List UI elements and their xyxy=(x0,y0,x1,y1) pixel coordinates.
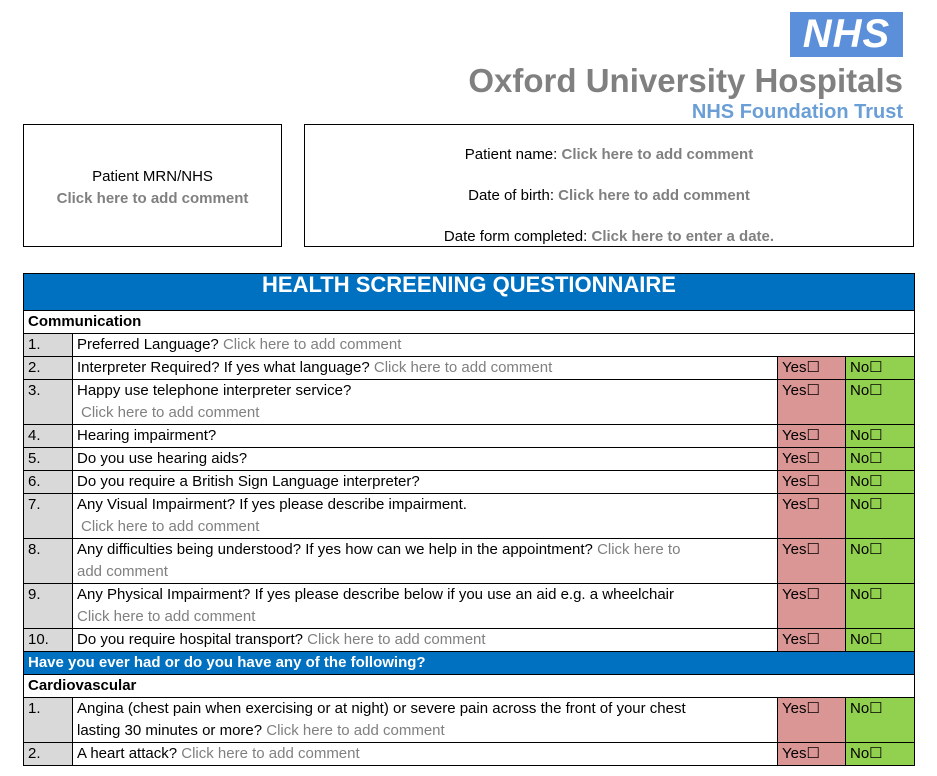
table-row: 2. Interpreter Required? If yes what lan… xyxy=(23,356,916,380)
table-row: 3. Happy use telephone interpreter servi… xyxy=(23,379,916,425)
dob-label: Date of birth: xyxy=(468,187,554,204)
mrn-field[interactable]: Click here to add comment xyxy=(24,190,281,207)
question-text-continued: lasting 30 minutes or more? xyxy=(77,722,263,739)
patient-name-label: Patient name: xyxy=(464,146,558,163)
section-communication: Communication xyxy=(22,310,916,334)
no-checkbox[interactable]: No☐ xyxy=(844,356,916,380)
comment-field[interactable]: Click here to add comment xyxy=(374,359,552,376)
yes-checkbox[interactable]: Yes☐ xyxy=(777,583,846,629)
question-number: 3. xyxy=(23,379,73,425)
question-text: Do you require a British Sign Language i… xyxy=(72,470,778,494)
table-row: 8. Any difficulties being understood? If… xyxy=(23,538,916,584)
yes-checkbox[interactable]: Yes☐ xyxy=(777,447,846,471)
no-checkbox[interactable]: No☐ xyxy=(844,538,916,584)
yes-checkbox[interactable]: Yes☐ xyxy=(777,356,846,380)
table-row: 1. Angina (chest pain when exercising or… xyxy=(23,697,916,743)
question-number: 6. xyxy=(23,470,73,494)
no-checkbox[interactable]: No☐ xyxy=(844,628,916,652)
table-row: 6. Do you require a British Sign Languag… xyxy=(23,470,916,494)
question-number: 4. xyxy=(23,424,73,448)
yes-checkbox[interactable]: Yes☐ xyxy=(777,379,846,425)
yes-checkbox[interactable]: Yes☐ xyxy=(777,742,846,766)
question-text: Any Visual Impairment? If yes please des… xyxy=(77,496,467,513)
table-row: 2. A heart attack? Click here to add com… xyxy=(23,742,916,766)
yes-checkbox[interactable]: Yes☐ xyxy=(777,493,846,539)
question-text: Any difficulties being understood? If ye… xyxy=(77,541,593,558)
table-row: 1. Preferred Language? Click here to add… xyxy=(23,333,916,357)
table-row: 9. Any Physical Impairment? If yes pleas… xyxy=(23,583,916,629)
questionnaire-title: HEALTH SCREENING QUESTIONNAIRE xyxy=(22,273,916,311)
question-text: Happy use telephone interpreter service? xyxy=(77,382,352,399)
no-checkbox[interactable]: No☐ xyxy=(844,470,916,494)
questionnaire-table: HEALTH SCREENING QUESTIONNAIRE Communica… xyxy=(22,273,916,766)
patient-mrn-box: Patient MRN/NHS Click here to add commen… xyxy=(23,124,282,247)
mrn-label: Patient MRN/NHS xyxy=(92,168,213,185)
table-row: 10. Do you require hospital transport? C… xyxy=(23,628,916,652)
yes-checkbox[interactable]: Yes☐ xyxy=(777,424,846,448)
no-checkbox[interactable]: No☐ xyxy=(844,424,916,448)
no-checkbox[interactable]: No☐ xyxy=(844,493,916,539)
table-row: 5. Do you use hearing aids? Yes☐ No☐ xyxy=(23,447,916,471)
table-row: 7. Any Visual Impairment? If yes please … xyxy=(23,493,916,539)
question-number: 9. xyxy=(23,583,73,629)
question-number: 2. xyxy=(23,356,73,380)
question-text: Do you require hospital transport? xyxy=(77,631,303,648)
yes-checkbox[interactable]: Yes☐ xyxy=(777,538,846,584)
org-name: Oxford University Hospitals xyxy=(468,62,903,99)
question-text: Any Physical Impairment? If yes please d… xyxy=(77,586,674,603)
no-checkbox[interactable]: No☐ xyxy=(844,742,916,766)
comment-field[interactable]: Click here to add comment xyxy=(307,631,485,648)
comment-field-continued[interactable]: add comment xyxy=(77,561,773,583)
question-number: 2. xyxy=(23,742,73,766)
patient-details-box: Patient name: Click here to add comment … xyxy=(304,124,914,247)
no-checkbox[interactable]: No☐ xyxy=(844,447,916,471)
question-text: Hearing impairment? xyxy=(72,424,778,448)
question-text: Interpreter Required? If yes what langua… xyxy=(77,359,370,376)
comment-field[interactable]: Click here to add comment xyxy=(77,402,773,424)
comment-field[interactable]: Click here to xyxy=(597,541,680,558)
no-checkbox[interactable]: No☐ xyxy=(844,583,916,629)
comment-field[interactable]: Click here to add comment xyxy=(77,606,773,628)
question-number: 1. xyxy=(23,333,73,357)
yes-checkbox[interactable]: Yes☐ xyxy=(777,628,846,652)
table-row: 4. Hearing impairment? Yes☐ No☐ xyxy=(23,424,916,448)
comment-field[interactable]: Click here to add comment xyxy=(77,516,773,538)
section-cardiovascular: Cardiovascular xyxy=(22,674,916,698)
comment-field[interactable]: Click here to add comment xyxy=(181,745,359,762)
question-text: Do you use hearing aids? xyxy=(72,447,778,471)
question-number: 5. xyxy=(23,447,73,471)
no-checkbox[interactable]: No☐ xyxy=(844,379,916,425)
question-text: A heart attack? xyxy=(77,745,178,762)
question-number: 7. xyxy=(23,493,73,539)
question-text: Angina (chest pain when exercising or at… xyxy=(77,700,686,717)
section-banner: Have you ever had or do you have any of … xyxy=(22,651,916,675)
no-checkbox[interactable]: No☐ xyxy=(844,697,916,743)
date-completed-label: Date form completed: xyxy=(443,228,588,245)
question-number: 10. xyxy=(23,628,73,652)
patient-name-field[interactable]: Click here to add comment xyxy=(562,146,754,163)
comment-field[interactable]: Click here to add comment xyxy=(266,722,444,739)
comment-field[interactable]: Click here to add comment xyxy=(223,336,401,353)
yes-checkbox[interactable]: Yes☐ xyxy=(777,697,846,743)
org-subtitle: NHS Foundation Trust xyxy=(691,101,903,123)
question-number: 8. xyxy=(23,538,73,584)
yes-checkbox[interactable]: Yes☐ xyxy=(777,470,846,494)
nhs-logo: NHS xyxy=(790,12,903,57)
date-completed-field[interactable]: Click here to enter a date. xyxy=(592,228,775,245)
question-number: 1. xyxy=(23,697,73,743)
question-text: Preferred Language? xyxy=(77,336,219,353)
dob-field[interactable]: Click here to add comment xyxy=(558,187,750,204)
